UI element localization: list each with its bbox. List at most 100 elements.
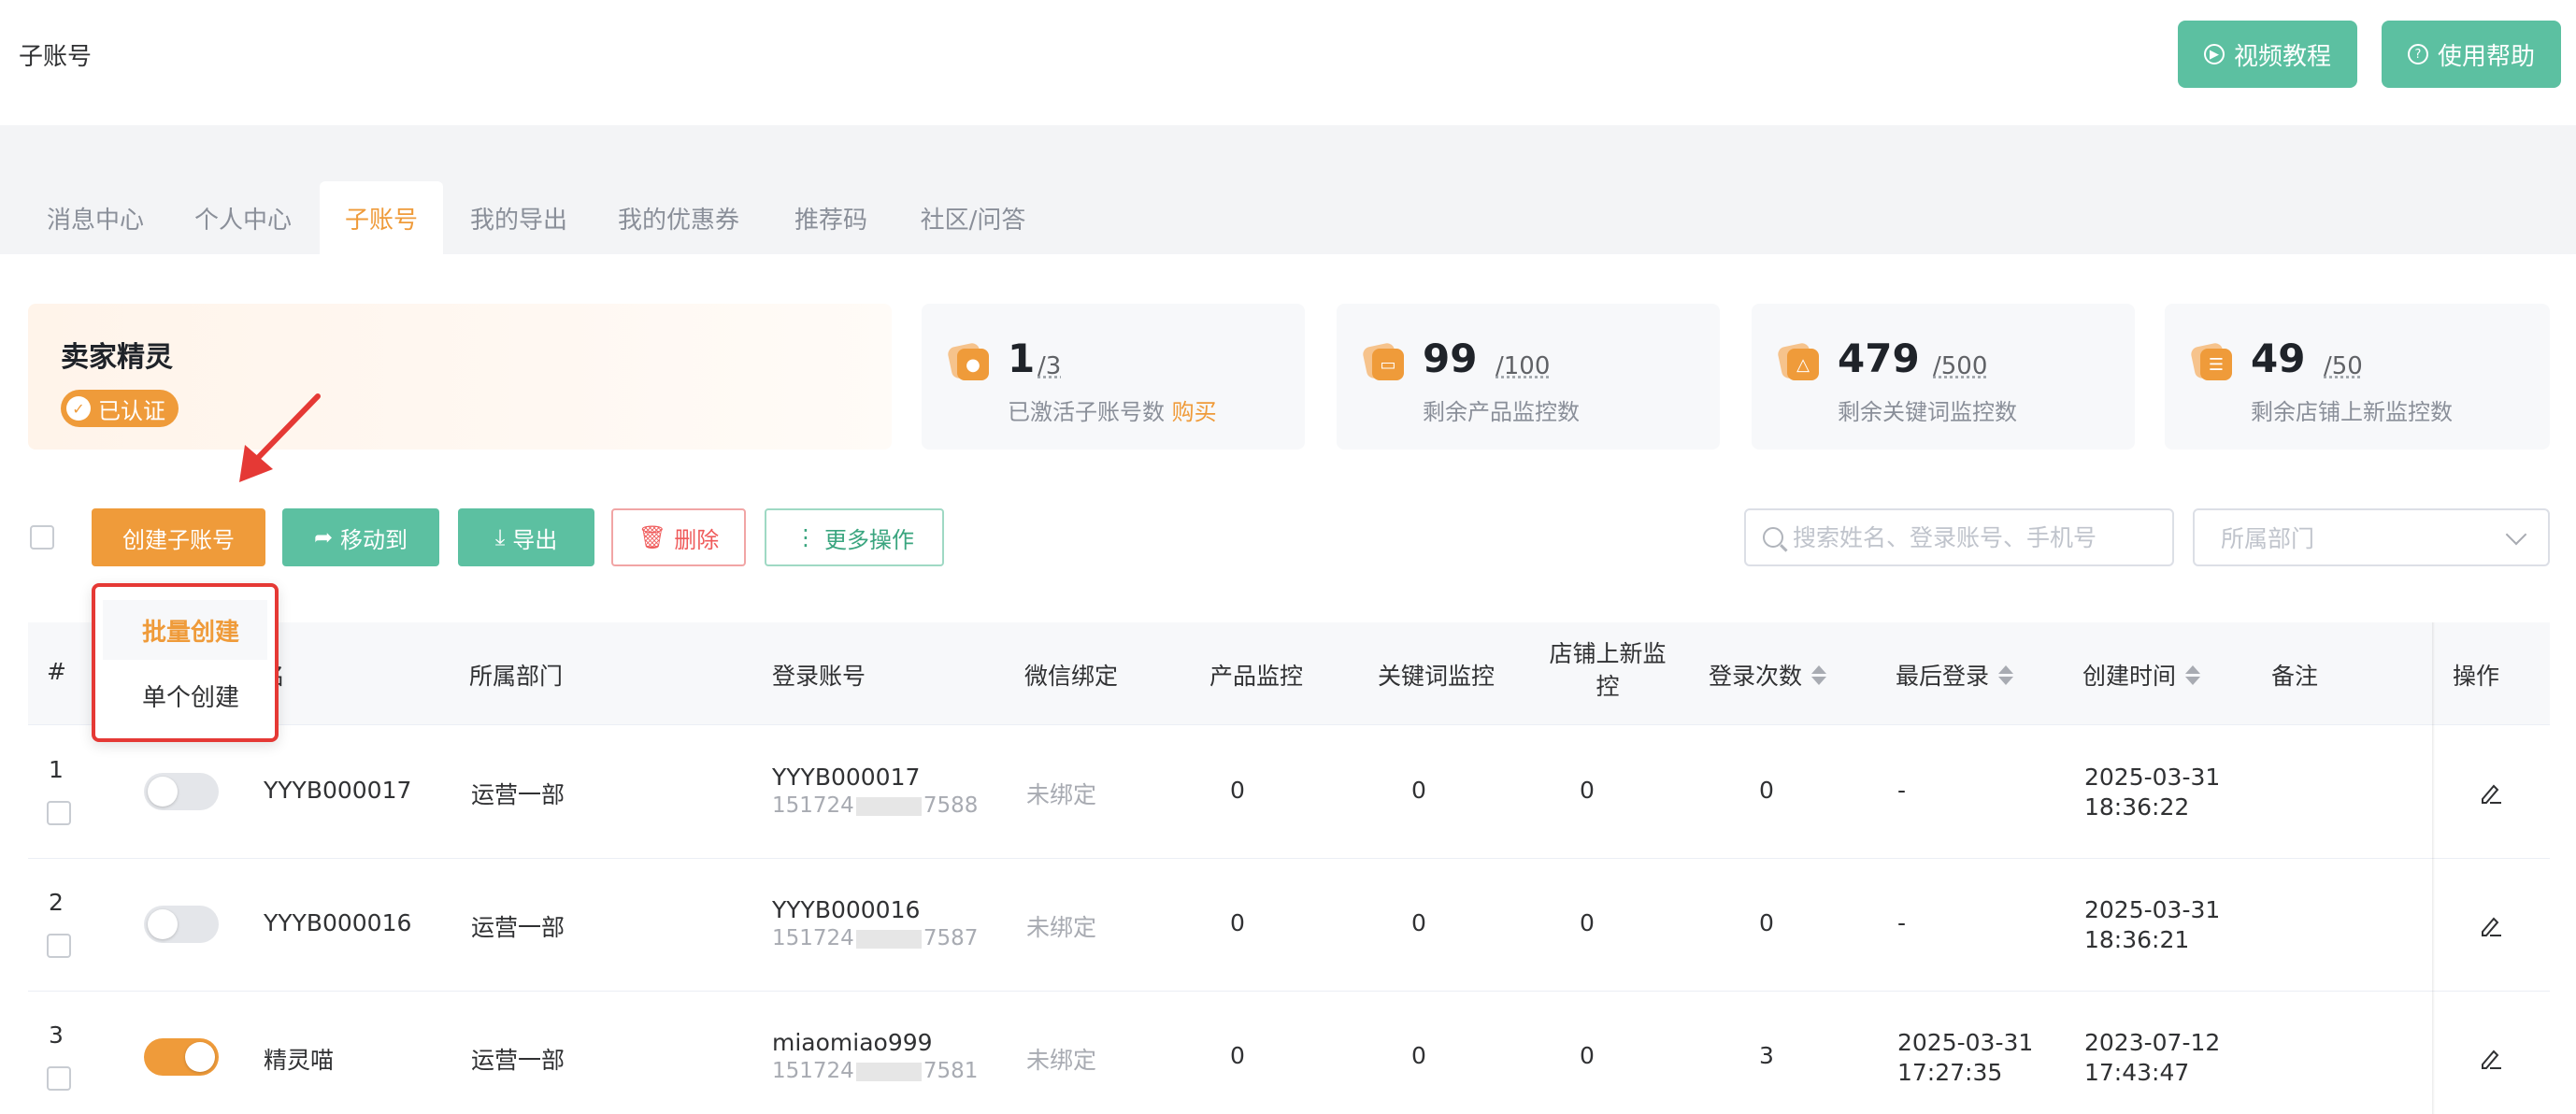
row-phone: 151724 7581 (772, 1059, 979, 1083)
more-actions-button[interactable]: ⋮ 更多操作 (765, 508, 944, 566)
top-bar: 子账号 ▶ 视频教程 ? 使用帮助 (0, 0, 2576, 125)
row-product-monitor: 0 (1230, 777, 1245, 804)
verified-label: 已认证 (98, 397, 165, 424)
col-index: # (47, 658, 66, 685)
row-login-account: YYYB000016 (772, 896, 921, 923)
col-login-count[interactable]: 登录次数 (1709, 658, 1827, 692)
edit-icon[interactable] (2479, 780, 2503, 805)
row-checkbox[interactable] (47, 1066, 71, 1091)
delete-button[interactable]: 🗑 删除 (611, 508, 746, 566)
move-label: 移动到 (340, 526, 408, 553)
create-dropdown-menu: 批量创建 单个创建 (92, 583, 279, 742)
row-department: 运营一部 (471, 1047, 565, 1074)
tab-community[interactable]: 社区/问答 (903, 181, 1043, 254)
edit-icon[interactable] (2479, 1046, 2503, 1070)
row-created-time: 18:36:22 (2084, 793, 2190, 821)
row-department: 运营一部 (471, 781, 565, 808)
table-row: 3 精灵喵 运营一部 miaomiao999 151724 7581 未绑定 0 … (28, 992, 2550, 1114)
play-icon: ▶ (2203, 44, 2225, 64)
row-name: YYYB000016 (264, 909, 412, 936)
tabs-bar: 消息中心 个人中心 子账号 我的导出 我的优惠券 推荐码 社区/问答 (0, 125, 2576, 254)
status-switch[interactable] (144, 773, 219, 810)
row-checkbox[interactable] (47, 801, 71, 825)
stat-card-stores: ☰ 49 /50 剩余店铺上新监控数 (2165, 304, 2550, 450)
sort-icon (2185, 664, 2201, 685)
search-input[interactable] (1793, 523, 2148, 551)
search-icon (1763, 527, 1783, 548)
question-icon: ? (2407, 44, 2428, 64)
row-login-count: 0 (1759, 909, 1774, 936)
help-button[interactable]: ? 使用帮助 (2382, 21, 2561, 88)
row-index: 2 (49, 889, 64, 916)
stat-value: 99 (1423, 336, 1478, 381)
row-last-login: - (1897, 909, 1907, 936)
status-switch[interactable] (144, 1038, 219, 1076)
tab-profile[interactable]: 个人中心 (174, 181, 312, 254)
row-checkbox[interactable] (47, 934, 71, 958)
row-last-login: - (1897, 777, 1907, 804)
page-title: 子账号 (19, 43, 93, 71)
stat-value: 479 (1838, 336, 1920, 381)
move-to-button[interactable]: ➦ 移动到 (282, 508, 439, 566)
tab-referral[interactable]: 推荐码 (772, 181, 890, 254)
row-last-login-time: 17:27:35 (1897, 1059, 2003, 1086)
stat-card-keywords: △ 479 /500 剩余关键词监控数 (1752, 304, 2135, 450)
sort-icon (1811, 664, 1827, 685)
row-phone: 151724 7588 (772, 793, 979, 818)
monitor-icon: ▭ (1361, 341, 1406, 382)
tab-messages[interactable]: 消息中心 (26, 181, 165, 254)
col-login-account: 登录账号 (772, 663, 866, 690)
row-keyword-monitor: 0 (1411, 777, 1426, 804)
col-department: 所属部门 (469, 663, 564, 690)
status-switch[interactable] (144, 906, 219, 943)
export-label: 导出 (512, 526, 558, 553)
store-icon: ☰ (2189, 341, 2234, 382)
stat-total: /3 (1038, 352, 1062, 380)
stat-card-sub-accounts: ● 1 /3 已激活子账号数 购买 (922, 304, 1305, 450)
single-create-item[interactable]: 单个创建 (103, 665, 267, 725)
stat-value: 49 (2251, 336, 2306, 381)
col-product-monitor: 产品监控 (1209, 663, 1304, 690)
department-select[interactable]: 所属部门 (2193, 508, 2550, 566)
edit-icon[interactable] (2479, 913, 2503, 937)
row-wechat: 未绑定 (1026, 781, 1097, 808)
col-created-time[interactable]: 创建时间 (2082, 658, 2201, 692)
row-last-login-date: 2025-03-31 (1897, 1029, 2034, 1056)
row-created-time: 17:43:47 (2084, 1059, 2190, 1086)
col-wechat: 微信绑定 (1024, 663, 1119, 690)
users-icon: ● (946, 341, 991, 382)
stat-label: 剩余店铺上新监控数 (2251, 399, 2453, 425)
sort-icon (1998, 664, 2014, 685)
keyword-icon: △ (1776, 341, 1821, 382)
row-created-time: 18:36:21 (2084, 926, 2190, 953)
create-sub-account-button[interactable]: 创建子账号 (92, 508, 265, 566)
export-button[interactable]: ⤓ 导出 (458, 508, 594, 566)
row-name: 精灵喵 (264, 1047, 335, 1074)
select-all-checkbox[interactable] (30, 525, 54, 550)
tab-coupons[interactable]: 我的优惠券 (604, 181, 753, 254)
row-name: YYYB000017 (264, 777, 412, 804)
video-tutorial-button[interactable]: ▶ 视频教程 (2178, 21, 2357, 88)
col-last-login[interactable]: 最后登录 (1896, 658, 2014, 692)
stat-total: /500 (1933, 352, 1988, 380)
video-tutorial-label: 视频教程 (2233, 42, 2331, 71)
row-keyword-monitor: 0 (1411, 909, 1426, 936)
table-row: 2 YYYB000016 运营一部 YYYB000016 151724 7587 … (28, 859, 2550, 992)
chevron-down-icon (2505, 523, 2527, 546)
tab-exports[interactable]: 我的导出 (452, 181, 585, 254)
row-login-account: miaomiao999 (772, 1029, 933, 1056)
more-label: 更多操作 (824, 526, 914, 553)
row-store-monitor: 0 (1580, 1042, 1595, 1069)
col-note: 备注 (2271, 663, 2319, 690)
help-label: 使用帮助 (2437, 42, 2535, 71)
table-header: # 名 所属部门 登录账号 微信绑定 产品监控 关键词监控 店铺上新监控 登录次… (28, 622, 2550, 725)
row-login-account: YYYB000017 (772, 764, 921, 791)
batch-create-item[interactable]: 批量创建 (103, 600, 267, 660)
buy-link[interactable]: 购买 (1172, 399, 1217, 425)
row-keyword-monitor: 0 (1411, 1042, 1426, 1069)
tab-sub-accounts[interactable]: 子账号 (320, 181, 443, 254)
row-phone: 151724 7587 (772, 926, 979, 950)
row-login-count: 0 (1759, 777, 1774, 804)
delete-label: 删除 (674, 526, 720, 553)
row-created-date: 2025-03-31 (2084, 764, 2221, 791)
